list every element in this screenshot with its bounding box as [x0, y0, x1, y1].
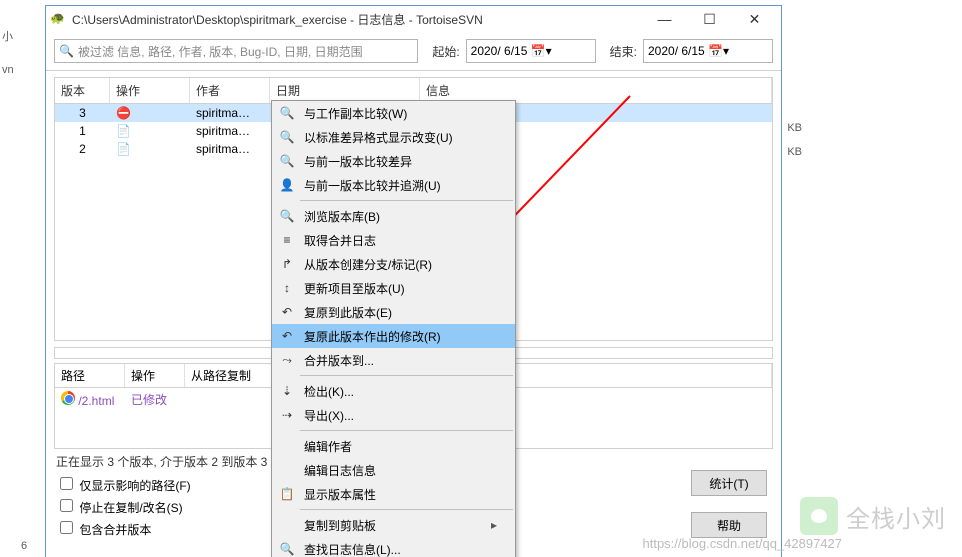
menu-item[interactable]: 编辑日志信息: [272, 458, 515, 482]
cell-author: spiritma…: [190, 104, 270, 122]
cell-op: ⛔: [110, 104, 190, 122]
cell-author: spiritma…: [190, 140, 270, 161]
menu-item-label: 编辑日志信息: [298, 462, 497, 479]
pcol-path[interactable]: 路径: [55, 364, 125, 387]
menu-item-label: 显示版本属性: [298, 486, 497, 503]
bg-kb2: KB: [787, 146, 802, 158]
menu-item-icon: ↶: [276, 305, 298, 319]
menu-item-label: 复原此版本作出的修改(R): [298, 328, 497, 345]
menu-item-label: 导出(X)...: [298, 407, 497, 424]
menu-item-label: 与前一版本比较并追溯(U): [298, 177, 497, 194]
menu-item[interactable]: 📋显示版本属性: [272, 482, 515, 506]
menu-item[interactable]: ⤳合并版本到...: [272, 348, 515, 372]
window-title: C:\Users\Administrator\Desktop\spiritmar…: [72, 11, 642, 28]
menu-item-label: 以标准差异格式显示改变(U): [298, 129, 497, 146]
menu-item-icon: 👤: [276, 178, 298, 192]
menu-item-icon: ≡: [276, 233, 298, 247]
menu-item-label: 查找日志信息(L)...: [298, 541, 497, 557]
menu-item-icon: ⇣: [276, 384, 298, 398]
menu-item-label: 从版本创建分支/标记(R): [298, 256, 497, 273]
menu-item-icon: 📋: [276, 487, 298, 501]
menu-item-label: 合并版本到...: [298, 352, 497, 369]
pcell-copy: [185, 388, 275, 411]
bg-vn-text: vn: [2, 64, 14, 76]
menu-item-icon: ⇢: [276, 408, 298, 422]
filter-input[interactable]: 🔍 被过滤 信息, 路径, 作者, 版本, Bug-ID, 日期, 日期范围: [54, 39, 418, 63]
menu-item[interactable]: ↶复原到此版本(E): [272, 300, 515, 324]
context-menu: 🔍与工作副本比较(W)🔍以标准差异格式显示改变(U)🔍与前一版本比较差异👤与前一…: [271, 100, 516, 557]
menu-item[interactable]: ↱从版本创建分支/标记(R): [272, 252, 515, 276]
titlebar: 🐢 C:\Users\Administrator\Desktop\spiritm…: [46, 6, 781, 32]
menu-item-icon: ↕: [276, 281, 298, 295]
menu-item[interactable]: 👤与前一版本比较并追溯(U): [272, 173, 515, 197]
start-label: 起始:: [432, 43, 459, 60]
col-author[interactable]: 作者: [190, 78, 270, 103]
cell-rev: 2: [55, 140, 110, 161]
cell-author: spiritma…: [190, 122, 270, 140]
menu-item-icon: ↶: [276, 329, 298, 343]
menu-item-icon: 🔍: [276, 209, 298, 223]
maximize-button[interactable]: ☐: [687, 6, 732, 32]
menu-item-label: 与工作副本比较(W): [298, 105, 497, 122]
menu-item[interactable]: 复制到剪贴板▸: [272, 513, 515, 537]
help-button[interactable]: 帮助: [691, 512, 767, 538]
end-date-picker[interactable]: 2020/ 6/15 📅▾: [643, 39, 773, 63]
stats-button[interactable]: 统计(T): [691, 470, 767, 496]
menu-item[interactable]: 🔍查找日志信息(L)...: [272, 537, 515, 557]
menu-item-icon: ↱: [276, 257, 298, 271]
menu-item-label: 复原到此版本(E): [298, 304, 497, 321]
pcol-op[interactable]: 操作: [125, 364, 185, 387]
close-button[interactable]: ✕: [732, 6, 777, 32]
menu-item-label: 浏览版本库(B): [298, 208, 497, 225]
bg-left-text: 小: [2, 28, 13, 44]
pcol-copy[interactable]: 从路径复制: [185, 364, 275, 387]
col-rev[interactable]: 版本: [55, 78, 110, 103]
menu-item-label: 检出(K)...: [298, 383, 497, 400]
end-date-value: 2020/ 6/15: [648, 44, 708, 58]
calendar-icon: 📅▾: [708, 44, 768, 58]
menu-item-label: 与前一版本比较差异: [298, 153, 497, 170]
menu-item[interactable]: ↶复原此版本作出的修改(R): [272, 324, 515, 348]
menu-item[interactable]: ⇢导出(X)...: [272, 403, 515, 427]
end-label: 结束:: [610, 43, 637, 60]
menu-item[interactable]: 🔍以标准差异格式显示改变(U): [272, 125, 515, 149]
cell-op: 📄: [110, 140, 190, 161]
menu-item[interactable]: 🔍与前一版本比较差异: [272, 149, 515, 173]
menu-item-icon: 🔍: [276, 542, 298, 556]
menu-item-icon: ⤳: [276, 353, 298, 368]
menu-item-icon: 🔍: [276, 106, 298, 120]
menu-item-label: 复制到剪贴板: [298, 517, 491, 534]
menu-item[interactable]: ≡取得合并日志: [272, 228, 515, 252]
menu-item-icon: 🔍: [276, 154, 298, 168]
filter-placeholder: 被过滤 信息, 路径, 作者, 版本, Bug-ID, 日期, 日期范围: [78, 43, 363, 60]
menu-item-label: 编辑作者: [298, 438, 497, 455]
cell-op: 📄: [110, 122, 190, 140]
menu-item-label: 更新项目至版本(U): [298, 280, 497, 297]
chrome-icon: [61, 391, 75, 405]
bg-kb1: KB: [787, 122, 802, 134]
pcell-path: /2.html: [55, 388, 125, 411]
app-icon: 🐢: [50, 11, 66, 27]
menu-item[interactable]: 🔍与工作副本比较(W): [272, 101, 515, 125]
pcell-op: 已修改: [125, 388, 185, 411]
start-date-picker[interactable]: 2020/ 6/15 📅▾: [466, 39, 596, 63]
watermark: 全栈小刘: [800, 497, 946, 535]
menu-item[interactable]: ⇣检出(K)...: [272, 379, 515, 403]
bg-num-text: 6: [21, 540, 27, 552]
calendar-icon: 📅▾: [531, 44, 591, 58]
cell-rev: 3: [55, 104, 110, 122]
menu-item[interactable]: 编辑作者: [272, 434, 515, 458]
wechat-icon: [800, 497, 838, 535]
menu-item-icon: 🔍: [276, 130, 298, 144]
menu-item[interactable]: 🔍浏览版本库(B): [272, 204, 515, 228]
menu-item-label: 取得合并日志: [298, 232, 497, 249]
filter-toolbar: 🔍 被过滤 信息, 路径, 作者, 版本, Bug-ID, 日期, 日期范围 起…: [46, 32, 781, 71]
menu-item[interactable]: ↕更新项目至版本(U): [272, 276, 515, 300]
minimize-button[interactable]: —: [642, 6, 687, 32]
search-icon: 🔍: [59, 44, 74, 58]
col-op[interactable]: 操作: [110, 78, 190, 103]
start-date-value: 2020/ 6/15: [471, 44, 531, 58]
submenu-arrow-icon: ▸: [491, 518, 497, 532]
cell-rev: 1: [55, 122, 110, 140]
